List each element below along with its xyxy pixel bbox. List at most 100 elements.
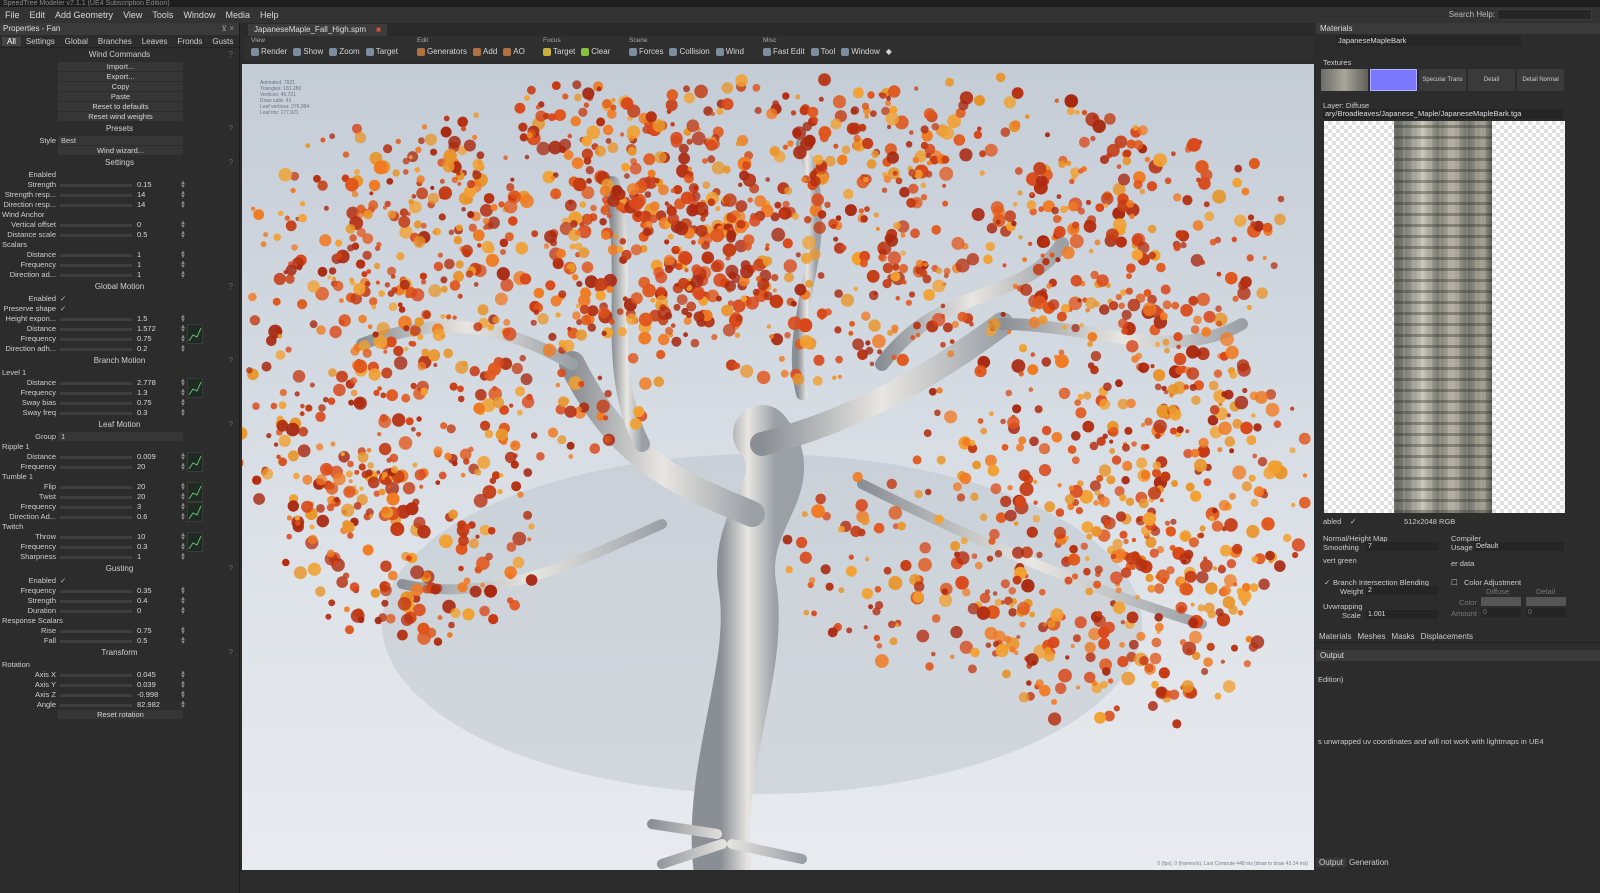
value-field[interactable]: 0.3: [137, 408, 147, 418]
section-settings[interactable]: Settings?: [0, 156, 239, 170]
reset-defaults-button[interactable]: Reset to defaults: [58, 102, 183, 111]
value-field[interactable]: 1: [137, 270, 141, 280]
menu-window[interactable]: Window: [178, 10, 220, 20]
menu-file[interactable]: File: [0, 10, 25, 20]
slider[interactable]: [60, 204, 132, 207]
value-field[interactable]: 0.75: [137, 334, 152, 344]
value-field[interactable]: 0.045: [137, 670, 156, 680]
fast-edit-button[interactable]: Fast Edit: [760, 46, 808, 57]
menu-media[interactable]: Media: [220, 10, 255, 20]
menu-edit[interactable]: Edit: [25, 10, 51, 20]
enabled-checkbox[interactable]: ✓: [1350, 517, 1356, 526]
spinner-icon[interactable]: ▲ ▼: [180, 670, 186, 680]
help-icon[interactable]: ?: [229, 354, 233, 368]
close-tab-icon[interactable]: ■: [376, 25, 381, 34]
spinner-icon[interactable]: ▲ ▼: [180, 270, 186, 280]
slider[interactable]: [60, 382, 132, 385]
value-field[interactable]: 0.35: [137, 586, 152, 596]
slider[interactable]: [60, 590, 132, 593]
value-field[interactable]: 0.75: [137, 398, 152, 408]
value-field[interactable]: 1.5: [137, 314, 147, 324]
ao-button[interactable]: AO: [500, 46, 528, 57]
value-field[interactable]: 1: [137, 250, 141, 260]
value-field[interactable]: 0.009: [137, 452, 156, 462]
help-icon[interactable]: ?: [229, 646, 233, 660]
section-branch-motion[interactable]: Branch Motion?: [0, 354, 239, 368]
slider[interactable]: [60, 254, 132, 257]
search-help-input[interactable]: [1497, 9, 1592, 20]
generators-button[interactable]: Generators: [414, 46, 470, 57]
slider[interactable]: [60, 600, 132, 603]
slot-specular-trans[interactable]: Specular Trans: [1419, 69, 1466, 91]
spinner-icon[interactable]: ▲ ▼: [180, 230, 186, 240]
tab-branches[interactable]: Branches: [93, 37, 137, 46]
focus-clear-button[interactable]: Clear: [578, 46, 613, 57]
value-field[interactable]: 1: [137, 260, 141, 270]
value-field[interactable]: 0.2: [137, 344, 147, 354]
zoom-button[interactable]: Zoom: [326, 46, 362, 57]
preserve-checkbox[interactable]: ✓: [60, 304, 66, 314]
slider[interactable]: [60, 328, 132, 331]
smoothing-field[interactable]: 7: [1366, 542, 1438, 551]
section-transform[interactable]: Transform?: [0, 646, 239, 660]
tab-meshes[interactable]: Meshes: [1354, 630, 1388, 642]
slider[interactable]: [60, 184, 132, 187]
slider[interactable]: [60, 516, 132, 519]
slider[interactable]: [60, 704, 132, 707]
slider[interactable]: [60, 402, 132, 405]
focus-target-button[interactable]: Target: [540, 46, 578, 57]
menu-tools[interactable]: Tools: [147, 10, 178, 20]
slider[interactable]: [60, 486, 132, 489]
export-button[interactable]: Export...: [58, 72, 183, 81]
target-button[interactable]: Target: [363, 46, 401, 57]
tab-displacements[interactable]: Displacements: [1418, 630, 1476, 642]
value-field[interactable]: 0.15: [137, 180, 152, 190]
value-field[interactable]: 0.6: [137, 512, 147, 522]
spinner-icon[interactable]: ▲ ▼: [180, 552, 186, 562]
slider[interactable]: [60, 630, 132, 633]
slider[interactable]: [60, 348, 132, 351]
detail-color-swatch[interactable]: [1526, 597, 1566, 606]
slider[interactable]: [60, 456, 132, 459]
enabled-checkbox[interactable]: ✓: [60, 576, 66, 586]
document-tab[interactable]: JapaneseMaple_Fall_High.spm ■: [248, 24, 387, 36]
spinner-icon[interactable]: ▲ ▼: [180, 260, 186, 270]
slider[interactable]: [60, 318, 132, 321]
value-field[interactable]: 1.3: [137, 388, 147, 398]
branch-blend-checkbox[interactable]: ✓: [1324, 578, 1330, 587]
spinner-icon[interactable]: ▲ ▼: [180, 700, 186, 710]
spinner-icon[interactable]: ▲ ▼: [180, 680, 186, 690]
reset-weights-button[interactable]: Reset wind weights: [58, 112, 183, 121]
help-icon[interactable]: ?: [229, 156, 233, 170]
spinner-icon[interactable]: ▲ ▼: [180, 502, 186, 512]
tab-global[interactable]: Global: [60, 37, 93, 46]
value-field[interactable]: -0.998: [137, 690, 158, 700]
tab-output[interactable]: Output: [1316, 858, 1347, 867]
slider[interactable]: [60, 338, 132, 341]
value-field[interactable]: 0.3: [137, 542, 147, 552]
diffuse-color-swatch[interactable]: [1481, 597, 1521, 606]
help-icon[interactable]: ?: [229, 280, 233, 294]
help-icon[interactable]: ?: [229, 122, 233, 136]
value-field[interactable]: 10: [137, 532, 145, 542]
value-field[interactable]: 0.5: [137, 230, 147, 240]
tab-fronds[interactable]: Fronds: [173, 37, 208, 46]
value-field[interactable]: 0: [137, 606, 141, 616]
spinner-icon[interactable]: ▲ ▼: [180, 492, 186, 502]
slider[interactable]: [60, 684, 132, 687]
spinner-icon[interactable]: ▲ ▼: [180, 596, 186, 606]
slider[interactable]: [60, 412, 132, 415]
slot-detail[interactable]: Detail: [1468, 69, 1515, 91]
spinner-icon[interactable]: ▲ ▼: [180, 180, 186, 190]
add-button[interactable]: Add: [470, 46, 500, 57]
value-field[interactable]: 2.778: [137, 378, 156, 388]
slider[interactable]: [60, 224, 132, 227]
value-field[interactable]: 20: [137, 482, 145, 492]
value-field[interactable]: 20: [137, 462, 145, 472]
show-button[interactable]: Show: [290, 46, 326, 57]
usage-dropdown[interactable]: Default: [1474, 542, 1564, 551]
spinner-icon[interactable]: ▲ ▼: [180, 388, 186, 398]
tab-settings[interactable]: Settings: [21, 37, 60, 46]
spinner-icon[interactable]: ▲ ▼: [180, 190, 186, 200]
spinner-icon[interactable]: ▲ ▼: [180, 606, 186, 616]
